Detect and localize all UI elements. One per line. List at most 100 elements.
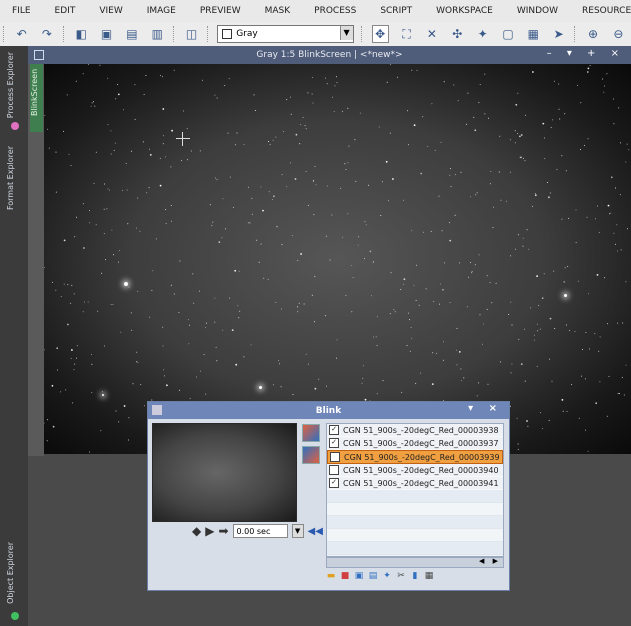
star: [607, 323, 609, 325]
stf-icon[interactable]: ◫: [184, 26, 199, 42]
star: [104, 345, 105, 347]
star: [52, 281, 53, 283]
file-row-selected[interactable]: CGN 51_900s_-20degC_Red_00003939: [327, 450, 503, 464]
image-viewport[interactable]: [44, 64, 631, 454]
zoom-in-icon[interactable]: ⊕: [585, 26, 600, 42]
star: [47, 128, 49, 130]
star: [594, 333, 596, 335]
toolbar-separator: [207, 26, 210, 42]
scroll-arrows-icon[interactable]: ◀ ▶: [479, 557, 501, 565]
window-icon[interactable]: ▢: [500, 26, 515, 42]
rewind-icon[interactable]: ◀◀: [308, 526, 323, 537]
dialog-controls[interactable]: ▾ ×: [468, 403, 503, 414]
file-list-scrollbar[interactable]: ◀ ▶: [326, 557, 504, 568]
blink-preview[interactable]: [152, 423, 297, 522]
mask-invert-icon[interactable]: ▥: [150, 26, 165, 42]
play-icon[interactable]: ▶: [205, 524, 214, 538]
previous-image-icon[interactable]: ◆: [192, 524, 201, 538]
star: [87, 301, 89, 303]
file-checkbox[interactable]: [330, 452, 340, 462]
star: [542, 122, 545, 125]
video-icon[interactable]: ▦: [424, 571, 434, 581]
mask-show-icon[interactable]: ▤: [124, 26, 139, 42]
file-checkbox[interactable]: ✓: [329, 438, 339, 448]
stf-auto-icon[interactable]: [302, 446, 320, 464]
zoom-fit-icon[interactable]: ⛶: [399, 26, 414, 42]
histogram-icon[interactable]: [302, 424, 320, 442]
chevron-down-icon[interactable]: ▼: [339, 26, 353, 40]
menu-window[interactable]: WINDOW: [505, 6, 570, 16]
menu-mask[interactable]: MASK: [253, 6, 303, 16]
star: [585, 429, 587, 431]
star: [123, 405, 126, 407]
star: [522, 237, 524, 239]
close-selected-icon[interactable]: ■: [340, 571, 350, 581]
delay-select[interactable]: 0.00 sec: [232, 524, 288, 538]
new-preview-icon[interactable]: ▣: [99, 26, 114, 42]
preview-icon[interactable]: ◧: [74, 26, 89, 42]
statistics-icon[interactable]: ▮: [410, 571, 420, 581]
zoom-expand-icon[interactable]: ✕: [424, 26, 439, 42]
file-row[interactable]: ✓ CGN 51_900s_-20degC_Red_00003938: [327, 424, 503, 437]
star: [214, 321, 216, 323]
tab-object-explorer[interactable]: Object Explorer: [6, 542, 15, 604]
star: [603, 91, 605, 93]
menu-view[interactable]: VIEW: [87, 6, 134, 16]
star: [460, 368, 462, 370]
file-checkbox[interactable]: ✓: [329, 425, 339, 435]
tab-process-explorer[interactable]: Process Explorer: [6, 52, 15, 118]
menu-workspace[interactable]: WORKSPACE: [424, 6, 505, 16]
file-checkbox[interactable]: ✓: [329, 478, 339, 488]
menu-process[interactable]: PROCESS: [302, 6, 368, 16]
star: [551, 380, 553, 382]
star: [544, 137, 545, 139]
window-controls[interactable]: – ▾ + ×: [547, 48, 625, 59]
zoom-out-icon[interactable]: ⊖: [611, 26, 626, 42]
menu-file[interactable]: FILE: [0, 6, 43, 16]
open-folder-icon[interactable]: ▬: [326, 571, 336, 581]
file-checkbox[interactable]: [329, 465, 339, 475]
next-image-icon[interactable]: ➡: [218, 524, 228, 538]
file-row[interactable]: ✓ CGN 51_900s_-20degC_Red_00003941: [327, 477, 503, 490]
star: [418, 304, 420, 306]
window-menu-icon[interactable]: [34, 50, 44, 60]
star: [294, 178, 297, 180]
star: [163, 369, 165, 371]
move-files-icon[interactable]: ✦: [382, 571, 392, 581]
blink-bottom-toolbar: ▬ ■ ▣ ▤ ✦ ✂ ▮ ▦: [326, 571, 434, 581]
star: [474, 129, 477, 132]
star: [326, 185, 328, 187]
star: [533, 339, 535, 341]
chevron-down-icon[interactable]: ▼: [291, 524, 304, 538]
menu-script[interactable]: SCRIPT: [368, 6, 424, 16]
crop-icon[interactable]: ✂: [396, 571, 406, 581]
menu-edit[interactable]: EDIT: [43, 6, 88, 16]
readout-icon[interactable]: ▦: [526, 26, 541, 42]
pan-icon[interactable]: ✣: [450, 26, 465, 42]
tab-format-explorer[interactable]: Format Explorer: [6, 146, 15, 210]
star: [354, 139, 356, 141]
file-row[interactable]: CGN 51_900s_-20degC_Red_00003940: [327, 464, 503, 477]
file-name: CGN 51_900s_-20degC_Red_00003937: [343, 438, 499, 448]
file-row[interactable]: ✓ CGN 51_900s_-20degC_Red_00003937: [327, 437, 503, 450]
undo-icon[interactable]: ↶: [14, 26, 29, 42]
image-window-titlebar[interactable]: Gray 1:5 BlinkScreen | <*new*> – ▾ + ×: [28, 46, 631, 64]
star: [549, 192, 551, 194]
blink-titlebar[interactable]: Blink ▾ ×: [148, 402, 509, 419]
star: [604, 277, 606, 279]
menu-preview[interactable]: PREVIEW: [188, 6, 253, 16]
menu-image[interactable]: IMAGE: [135, 6, 188, 16]
move-icon[interactable]: ✥: [371, 25, 389, 43]
menu-resources[interactable]: RESOURCES: [570, 6, 631, 16]
star: [608, 375, 610, 377]
center-icon[interactable]: ✦: [475, 26, 490, 42]
star: [474, 194, 476, 196]
tab-blinkscreen[interactable]: BlinkScreen: [30, 52, 43, 132]
save-icon[interactable]: ▤: [368, 571, 378, 581]
close-all-icon[interactable]: ▣: [354, 571, 364, 581]
redo-icon[interactable]: ↷: [39, 26, 54, 42]
colorspace-select[interactable]: Gray ▼: [217, 25, 354, 43]
blink-file-list[interactable]: ✓ CGN 51_900s_-20degC_Red_00003938 ✓ CGN…: [326, 423, 504, 557]
pointer-icon[interactable]: ➤: [551, 26, 566, 42]
star: [393, 309, 395, 311]
